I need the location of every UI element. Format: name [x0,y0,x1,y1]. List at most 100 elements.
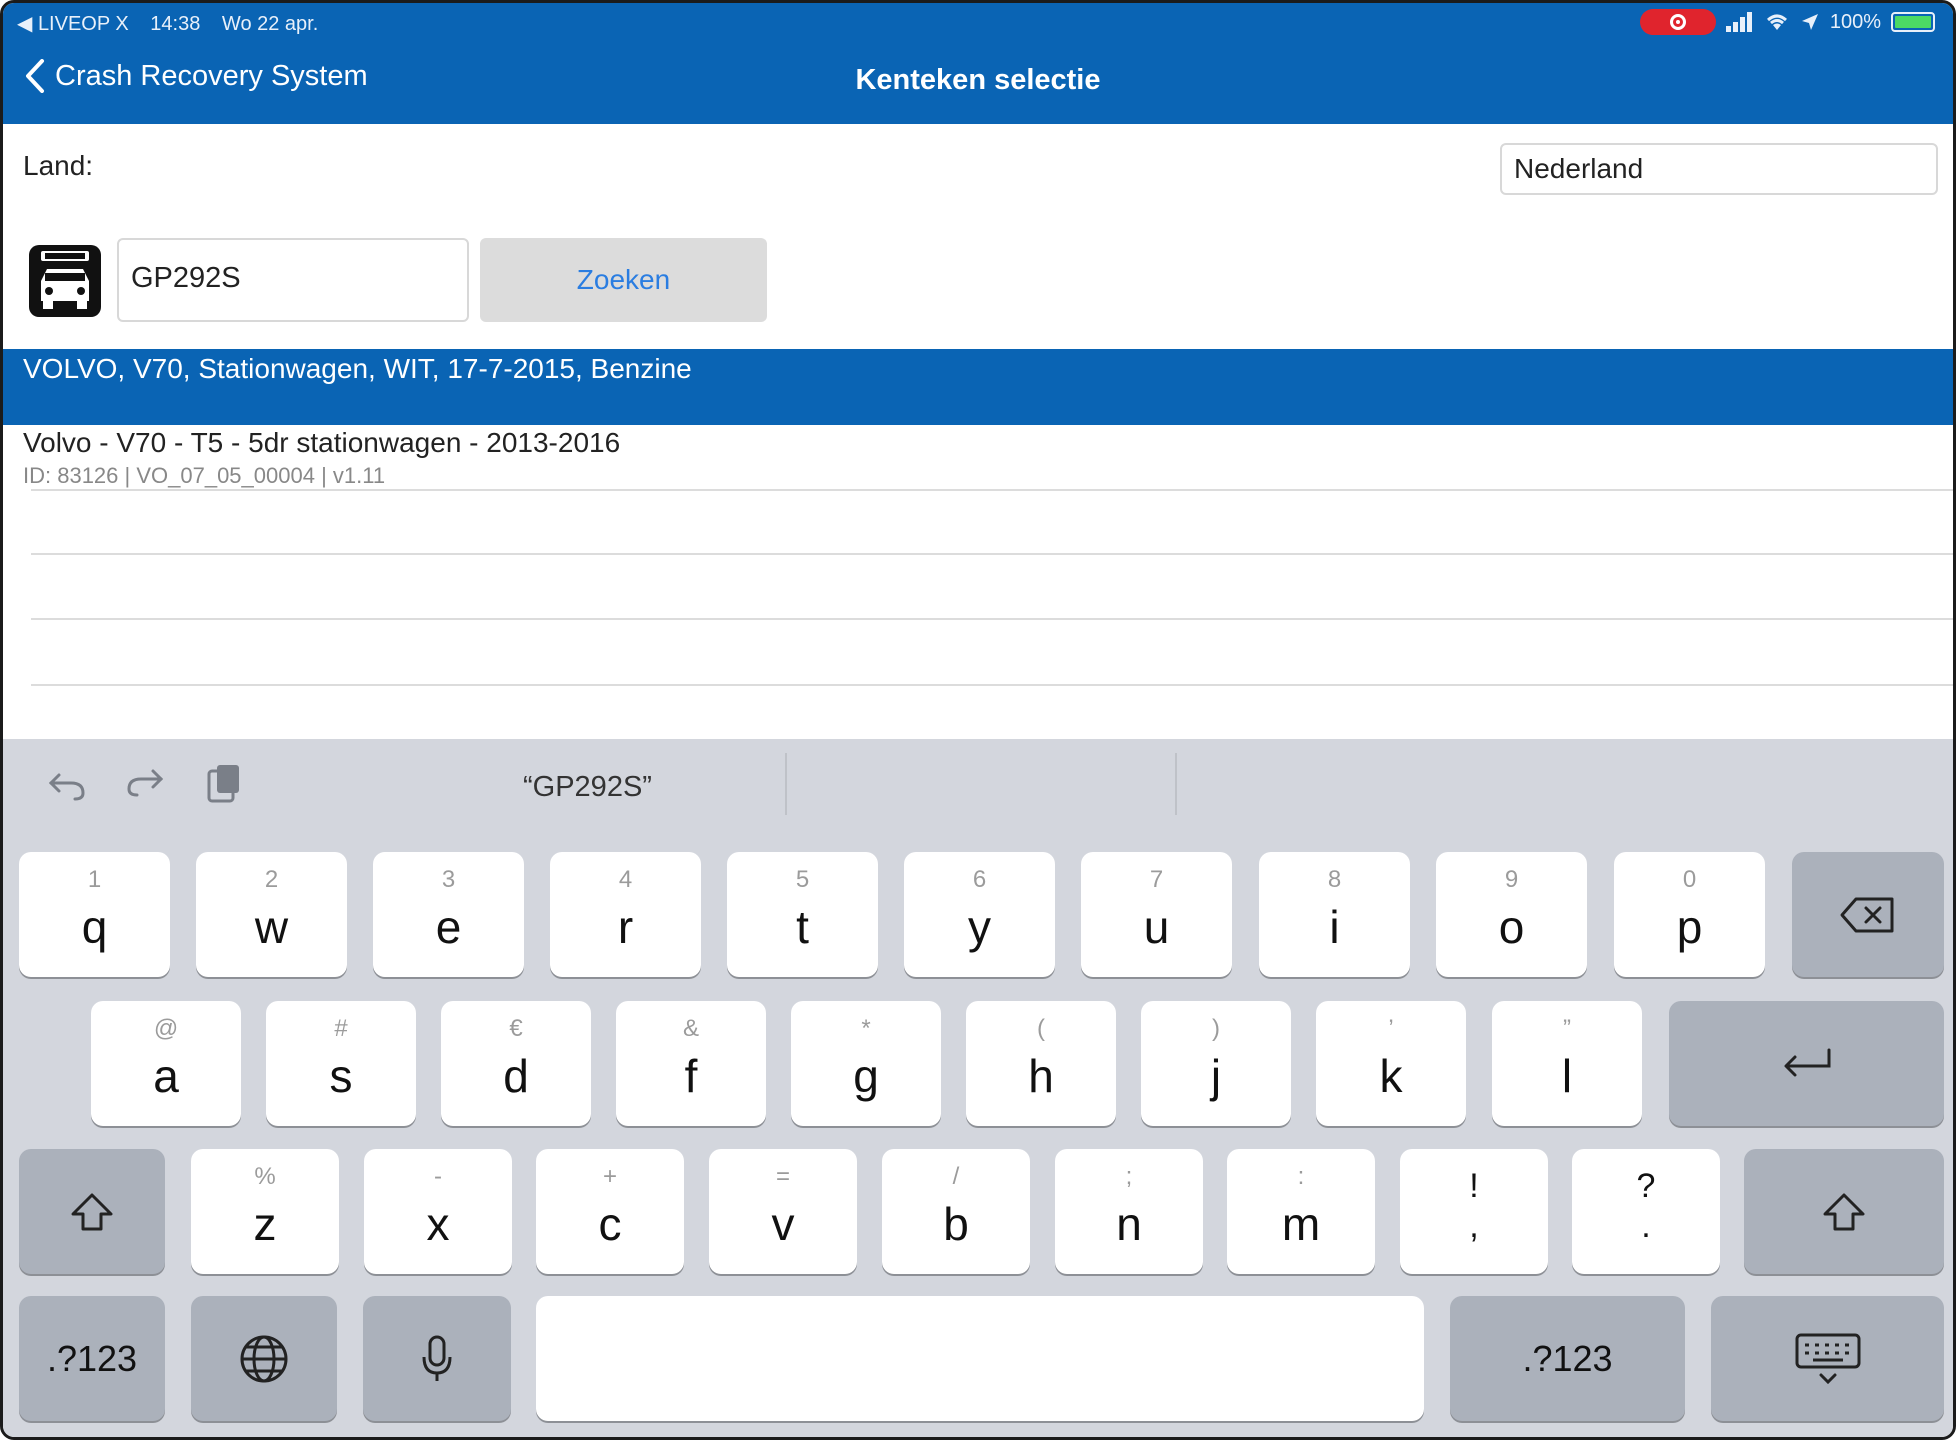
battery-icon [1891,12,1935,32]
key-label: y [968,901,991,953]
key-c[interactable]: + c [536,1149,684,1274]
key-label: v [771,1198,795,1250]
keyboard-suggestion[interactable]: “GP292S” [523,771,652,804]
key-h[interactable]: (h [966,1001,1116,1126]
key-exclamation[interactable]: !, [1400,1149,1548,1274]
vehicle-result-selected[interactable]: VOLVO, V70, Stationwagen, WIT, 17-7-2015… [3,349,1953,425]
key-hint: @ [153,1015,179,1042]
delete-icon [1840,897,1894,932]
key-w[interactable]: 2w [196,852,347,977]
key-f[interactable]: & f [616,1001,766,1126]
key-p[interactable]: 0p [1614,852,1765,977]
signal-icon [1725,12,1752,32]
country-select[interactable]: Nederland [1500,143,1938,195]
navigation-bar: ◀ LIVEOP X 14:38 Wo 22 apr. 100% Crash R… [3,3,1953,124]
record-icon [1669,14,1686,30]
key-hint: 8 [1327,866,1342,893]
key-d[interactable]: € d [441,1001,591,1126]
key-label: s [329,1050,353,1102]
key-q[interactable]: 1q [19,852,170,977]
suggestion-divider [785,753,787,815]
key-hint: / [952,1163,960,1190]
globe-icon [240,1335,288,1382]
key-k[interactable]: ’ k [1316,1001,1466,1126]
key-label: e [435,901,462,953]
return-icon [1784,1048,1830,1076]
key-hint: 0 [1682,866,1697,893]
key-hint: € [509,1015,523,1042]
suggestion-divider [1175,753,1177,815]
undo-icon[interactable] [45,761,89,805]
list-item[interactable]: Volvo - V70 - T5 - 5dr stationwagen - 20… [3,425,1953,491]
key-question[interactable]: ?. [1572,1149,1720,1274]
divider [31,553,1953,555]
key-label: f [684,1050,698,1102]
key-l[interactable]: ” l [1492,1001,1642,1126]
date-label: Wo 22 apr. [221,13,319,35]
key-hint: 9 [1504,866,1519,893]
key-n[interactable]: ; n [1055,1149,1203,1274]
list-item-title: Volvo - V70 - T5 - 5dr stationwagen - 20… [23,427,621,458]
key-label: a [153,1050,179,1102]
key-hint: 1 [87,866,102,893]
numbers-key-left[interactable]: .?123 [19,1296,165,1421]
screen-recording-indicator[interactable] [1639,9,1716,35]
key-hint: 6 [972,866,987,893]
key-g[interactable]: * g [791,1001,941,1126]
return-key[interactable] [1669,1001,1944,1126]
key-label: n [1116,1198,1142,1250]
backspace-key[interactable] [1792,852,1944,977]
clock: 14:38 [150,13,201,35]
key-u[interactable]: 7u [1081,852,1232,977]
key-hint: % [254,1163,276,1190]
key-y[interactable]: 6y [904,852,1055,977]
key-label: d [503,1050,529,1102]
license-plate-car-icon [29,245,101,317]
globe-key[interactable] [191,1296,337,1421]
key-j[interactable]: ) j [1141,1001,1291,1126]
key-label: o [1498,901,1525,953]
key-b[interactable]: / b [882,1149,1030,1274]
numbers-key-right[interactable]: .?123 [1450,1296,1685,1421]
shift-key-right[interactable] [1744,1149,1944,1274]
redo-icon[interactable] [123,761,167,805]
key-label: . [1641,1207,1651,1245]
divider [31,489,1953,491]
key-hint: 4 [618,866,633,893]
key-s[interactable]: # s [266,1001,416,1126]
key-hint: 5 [795,866,810,893]
key-label: q [81,901,108,953]
hide-keyboard-key[interactable] [1711,1296,1944,1421]
key-label: m [1281,1198,1321,1250]
key-label: p [1676,901,1703,953]
key-hint: * [861,1015,871,1042]
key-m[interactable]: :m [1227,1149,1375,1274]
key-v[interactable]: = v [709,1149,857,1274]
key-label: j [1210,1050,1222,1102]
paste-icon[interactable] [201,761,245,805]
license-plate-input[interactable]: GP292S [117,238,469,322]
shift-key-left[interactable] [19,1149,165,1274]
key-label: u [1143,901,1170,953]
key-a[interactable]: @ a [91,1001,241,1126]
key-label: r [617,901,634,953]
key-z[interactable]: % z [191,1149,339,1274]
key-label: i [1329,901,1340,953]
space-key[interactable] [536,1296,1424,1421]
dictation-key[interactable] [363,1296,511,1421]
on-screen-keyboard: “GP292S” 1q 2w 3e 4r 5t 6y 7u 8i 9o 0p @… [3,739,1953,1437]
key-hint: # [334,1015,348,1042]
key-r[interactable]: 4r [550,852,701,977]
key-label: b [943,1198,969,1250]
location-icon [1801,14,1818,30]
key-i[interactable]: 8i [1259,852,1410,977]
search-button[interactable]: Zoeken [480,238,767,322]
key-label: h [1028,1050,1054,1102]
key-t[interactable]: 5t [727,852,878,977]
key-x[interactable]: -x [364,1149,512,1274]
key-o[interactable]: 9o [1436,852,1587,977]
key-hint: 2 [264,866,279,893]
land-label: Land: [23,150,94,181]
key-e[interactable]: 3e [373,852,524,977]
key-hint: ) [1212,1015,1220,1042]
